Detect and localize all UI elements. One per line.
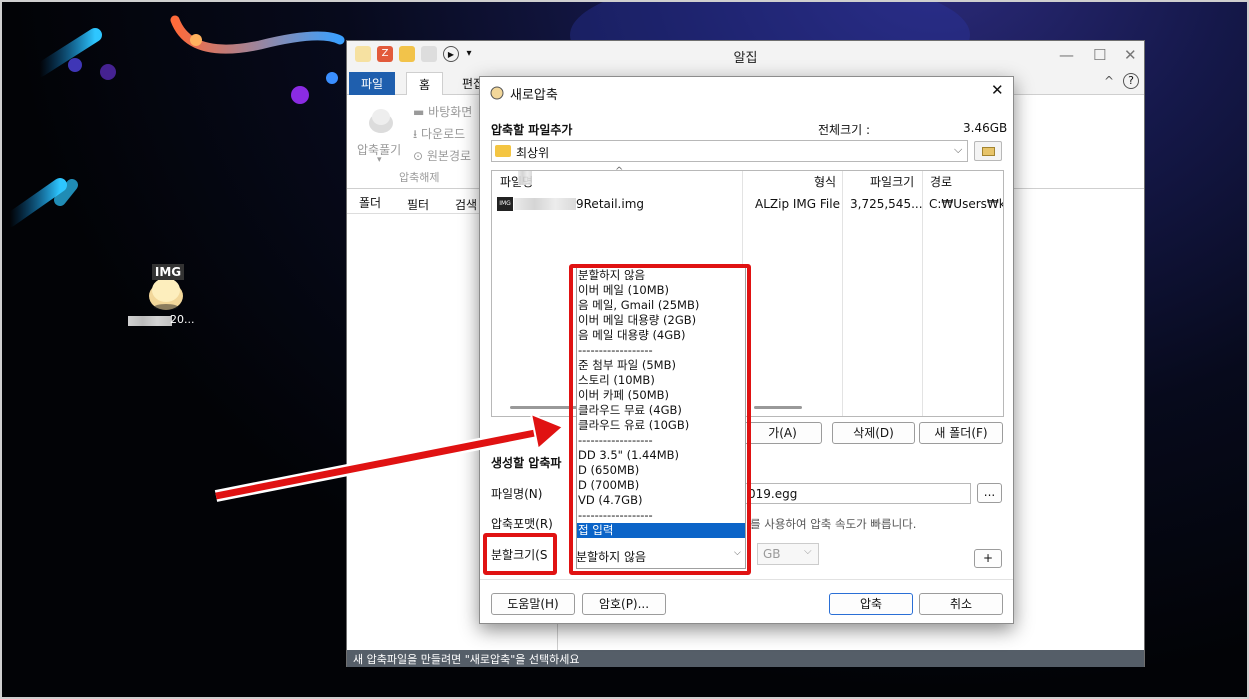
annotation-arrow (214, 412, 565, 502)
